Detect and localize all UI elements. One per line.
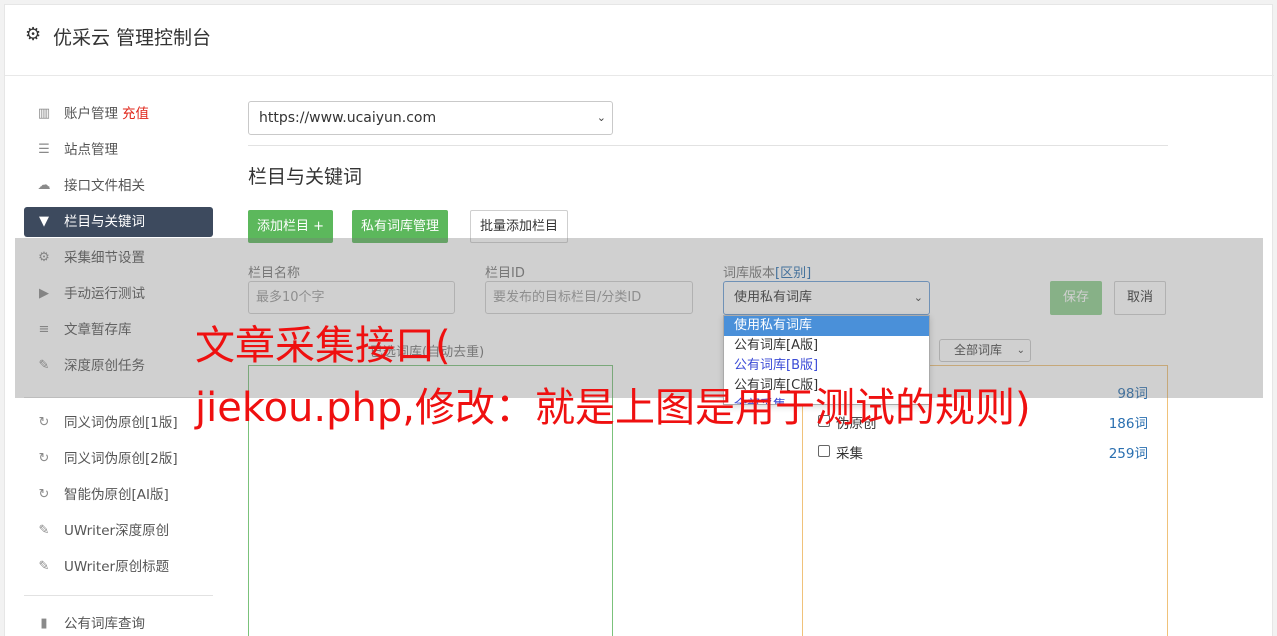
sidebar-item-label: UWriter深度原创: [64, 523, 170, 539]
sidebar-item-label: 接口文件相关: [64, 178, 145, 194]
sidebar-divider: [24, 595, 213, 596]
site-select[interactable]: https://www.ucaiyun.com ⌄: [248, 101, 613, 135]
refresh-icon: ↻: [38, 415, 50, 430]
sidebar-item-label: 公有词库查询: [64, 616, 145, 632]
sidebar-item-synonym-1[interactable]: ↻ 同义词伪原创[1版]: [24, 408, 213, 438]
site-select-value: https://www.ucaiyun.com: [259, 110, 437, 126]
gray-overlay: [15, 238, 1263, 398]
sidebar-item-label: 同义词伪原创[1版]: [64, 415, 178, 431]
cloud-upload-icon: ☁: [37, 178, 51, 193]
sidebar-item-label: 同义词伪原创[2版]: [64, 451, 178, 467]
server-icon: ☰: [38, 142, 50, 157]
recharge-link[interactable]: 充值: [122, 106, 149, 122]
caption-line-2: jiekou.php,修改：就是上图是用于测试的规则): [195, 385, 1031, 431]
lib-count: 186词: [1108, 416, 1148, 432]
divider: [248, 145, 1168, 146]
sidebar-item-label: UWriter原创标题: [64, 559, 170, 575]
sidebar-item-interface[interactable]: ☁ 接口文件相关: [24, 171, 213, 201]
lib-name: 采集: [836, 446, 863, 462]
filter-icon: ▼: [39, 214, 49, 229]
book-icon: ▮: [40, 616, 48, 631]
dropdown-option[interactable]: 公有词库[B版]: [724, 356, 929, 376]
refresh-icon: ↻: [38, 451, 50, 466]
sidebar-item-public-lib[interactable]: ▮ 公有词库查询: [24, 609, 213, 636]
sidebar-item-label: 栏目与关键词: [64, 214, 145, 230]
page-title: 优采云 管理控制台: [53, 27, 212, 49]
edit-icon: ✎: [38, 559, 50, 574]
dropdown-option[interactable]: 公有词库[A版]: [724, 336, 929, 356]
sidebar-item-uwriter-deep[interactable]: ✎ UWriter深度原创: [24, 516, 213, 546]
sidebar-item-account[interactable]: ▥ 账户管理 充值: [24, 99, 213, 129]
header: ⚙ 优采云 管理控制台: [5, 5, 1274, 76]
lib-row[interactable]: 采集 259词: [818, 442, 1148, 462]
refresh-icon: ↻: [38, 487, 50, 502]
sidebar-item-label: 账户管理: [64, 106, 118, 122]
gear-icon[interactable]: ⚙: [25, 25, 45, 45]
sidebar-item-uwriter-title[interactable]: ✎ UWriter原创标题: [24, 552, 213, 582]
dropdown-option[interactable]: 使用私有词库: [724, 316, 929, 336]
sidebar-item-label: 站点管理: [64, 142, 118, 158]
lib-checkbox[interactable]: [818, 445, 830, 457]
sidebar-item-ai-rewrite[interactable]: ↻ 智能伪原创[AI版]: [24, 480, 213, 510]
edit-icon: ✎: [38, 523, 50, 538]
sidebar-item-synonym-2[interactable]: ↻ 同义词伪原创[2版]: [24, 444, 213, 474]
caption-line-1: 文章采集接口(: [195, 323, 451, 369]
sidebar-item-sites[interactable]: ☰ 站点管理: [24, 135, 213, 165]
bar-chart-icon: ▥: [37, 106, 51, 121]
chevron-down-icon: ⌄: [596, 111, 606, 124]
sidebar-item-columns[interactable]: ▼ 栏目与关键词: [24, 207, 213, 237]
sidebar-item-label: 智能伪原创[AI版]: [64, 487, 169, 503]
section-title: 栏目与关键词: [248, 166, 363, 188]
lib-count: 259词: [1108, 446, 1148, 462]
